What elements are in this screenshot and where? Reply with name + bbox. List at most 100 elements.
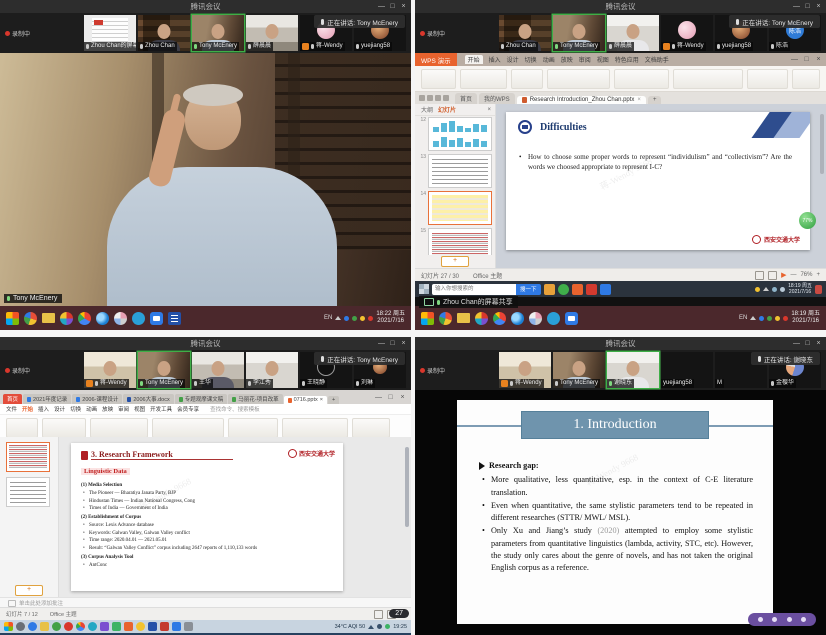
wps-restore-button[interactable]: □	[385, 391, 396, 404]
slide-thumb-selected[interactable]	[6, 442, 50, 472]
slide-thumb-12[interactable]: 12	[418, 117, 492, 151]
doc-tab-home[interactable]: 首页	[3, 394, 22, 404]
tencent-meeting-icon[interactable]	[150, 312, 163, 325]
toolbar-icon[interactable]	[787, 617, 792, 622]
app-icon[interactable]	[529, 312, 542, 325]
ribbon-tab[interactable]: 插入	[489, 55, 501, 64]
app-icon[interactable]	[60, 312, 73, 325]
doc-tab-home[interactable]: 首页	[455, 93, 477, 104]
chrome-icon[interactable]	[78, 312, 91, 325]
restore-button[interactable]: □	[802, 337, 813, 350]
participant-tile[interactable]: 李江秀	[246, 352, 298, 388]
tray-icon[interactable]	[360, 316, 365, 321]
participant-tile-active-speaker[interactable]: 谢晓东	[607, 352, 659, 388]
wps-app-button[interactable]: WPS 演示	[415, 53, 457, 66]
ribbon-tool-group[interactable]	[42, 418, 86, 438]
tray-icon[interactable]	[772, 287, 777, 292]
start-button-icon[interactable]	[4, 622, 13, 631]
add-slide-button[interactable]: +	[15, 585, 43, 596]
ribbon-tab[interactable]: 审阅	[579, 55, 591, 64]
taskbar-search[interactable]: 搜一下	[432, 284, 541, 295]
close-button[interactable]: ×	[398, 0, 409, 13]
slide-thumb-13[interactable]: 13	[418, 154, 492, 188]
weather-widget[interactable]: 34°C AQI 50	[335, 624, 366, 630]
ribbon-tool-group[interactable]	[747, 69, 788, 89]
tray-icon[interactable]	[759, 316, 764, 321]
wps-restore-button[interactable]: □	[801, 53, 812, 66]
participant-tile[interactable]: 蒋-Wendy	[84, 352, 136, 388]
command-search[interactable]: 查找命令、搜索模板	[210, 405, 260, 413]
participant-tile[interactable]: 蒋-Wendy	[661, 15, 713, 51]
ribbon-tool-group[interactable]	[511, 69, 542, 89]
toolbar-icon[interactable]	[758, 617, 763, 622]
participant-tile[interactable]: 王华	[192, 352, 244, 388]
participant-tile[interactable]: Zhou Chan	[138, 15, 190, 51]
wps-close-button[interactable]: ×	[397, 391, 408, 404]
chrome-icon[interactable]	[76, 622, 85, 631]
file-explorer-icon[interactable]	[457, 313, 470, 323]
close-button[interactable]: ×	[398, 337, 409, 350]
wechat-icon[interactable]	[112, 622, 121, 631]
slide-thumb-15[interactable]: 15	[418, 228, 492, 255]
tray-icon[interactable]	[352, 316, 357, 321]
doc-tab[interactable]: 2006-课程设计	[72, 394, 122, 404]
ribbon-tab[interactable]: 视图	[134, 405, 145, 413]
participant-tile-active-speaker[interactable]: Tony McEnery	[138, 352, 190, 388]
participant-tile-screenshare[interactable]: Zhou Chan的屏幕共享	[84, 15, 136, 51]
browser-icon[interactable]	[547, 312, 560, 325]
tray-icon[interactable]	[385, 624, 390, 629]
taskbar-clock[interactable]: 18:22 周五2021/7/16	[376, 311, 405, 325]
doc-tab[interactable]: 专题观摩课文稿	[175, 394, 228, 404]
tencent-meeting-icon[interactable]	[565, 312, 578, 325]
browser-icon[interactable]	[132, 312, 145, 325]
ribbon-tab[interactable]: 动画	[86, 405, 97, 413]
word-icon[interactable]	[148, 622, 157, 631]
ribbon-tab[interactable]: 开发工具	[150, 405, 172, 413]
ribbon-tab[interactable]: 放映	[102, 405, 113, 413]
view-sorter-icon[interactable]	[768, 271, 777, 280]
app-icon[interactable]	[184, 622, 193, 631]
ribbon-tab-home[interactable]: 开始	[465, 55, 483, 64]
tray-icon[interactable]	[780, 287, 785, 292]
outline-tab[interactable]: 大纲	[421, 105, 433, 114]
ribbon-tool-group[interactable]	[6, 418, 38, 438]
doc-tab[interactable]: 2006大事.docx	[123, 394, 173, 404]
ribbon-tab[interactable]: 视图	[597, 55, 609, 64]
weather-icon[interactable]	[755, 287, 760, 292]
floating-toolbar[interactable]	[748, 613, 816, 626]
view-normal-icon[interactable]	[374, 610, 383, 619]
tab-close-icon[interactable]: ×	[320, 397, 323, 403]
minimize-button[interactable]: —	[376, 0, 387, 13]
ribbon-tab[interactable]: 特色应用	[615, 55, 639, 64]
notification-icon[interactable]	[815, 285, 822, 294]
taskbar-clock[interactable]: 18:19 周五2021/7/16	[788, 283, 812, 295]
ribbon-tab[interactable]: 插入	[38, 405, 49, 413]
app-icon[interactable]	[439, 312, 452, 325]
ribbon-tab-home[interactable]: 开始	[22, 405, 33, 413]
tray-icon[interactable]	[783, 316, 788, 321]
app-icon[interactable]	[64, 622, 73, 631]
app-icon[interactable]	[136, 622, 145, 631]
doc-tab[interactable]: 2021年度记录	[23, 394, 71, 404]
app-icon[interactable]	[558, 284, 569, 295]
ribbon-tab[interactable]: 放映	[561, 55, 573, 64]
start-button-icon[interactable]	[419, 284, 429, 294]
slideshow-play-icon[interactable]: ▶	[781, 271, 786, 279]
ribbon-tab[interactable]: 会员专享	[177, 405, 199, 413]
vertical-scrollbar[interactable]	[405, 447, 409, 527]
input-language-indicator[interactable]: EN	[739, 315, 747, 321]
ribbon-tool-group[interactable]	[792, 69, 820, 89]
doc-tab-current[interactable]: Research Introduction_Zhou Chan.pptx×	[517, 96, 646, 104]
ribbon-tab[interactable]: 切换	[525, 55, 537, 64]
participant-tile[interactable]: 蒋-Wendy	[499, 352, 551, 388]
minimize-button[interactable]: —	[376, 337, 387, 350]
tray-expand-icon[interactable]	[368, 625, 374, 629]
app-icon[interactable]	[28, 622, 37, 631]
edge-icon[interactable]	[511, 312, 524, 325]
ribbon-tab[interactable]: 切换	[70, 405, 81, 413]
tray-expand-icon[interactable]	[335, 316, 341, 320]
tencent-meeting-icon[interactable]	[172, 622, 181, 631]
toolbar-icon[interactable]	[772, 617, 777, 622]
search-button[interactable]: 搜一下	[516, 284, 541, 295]
vertical-scrollbar[interactable]	[820, 114, 824, 174]
